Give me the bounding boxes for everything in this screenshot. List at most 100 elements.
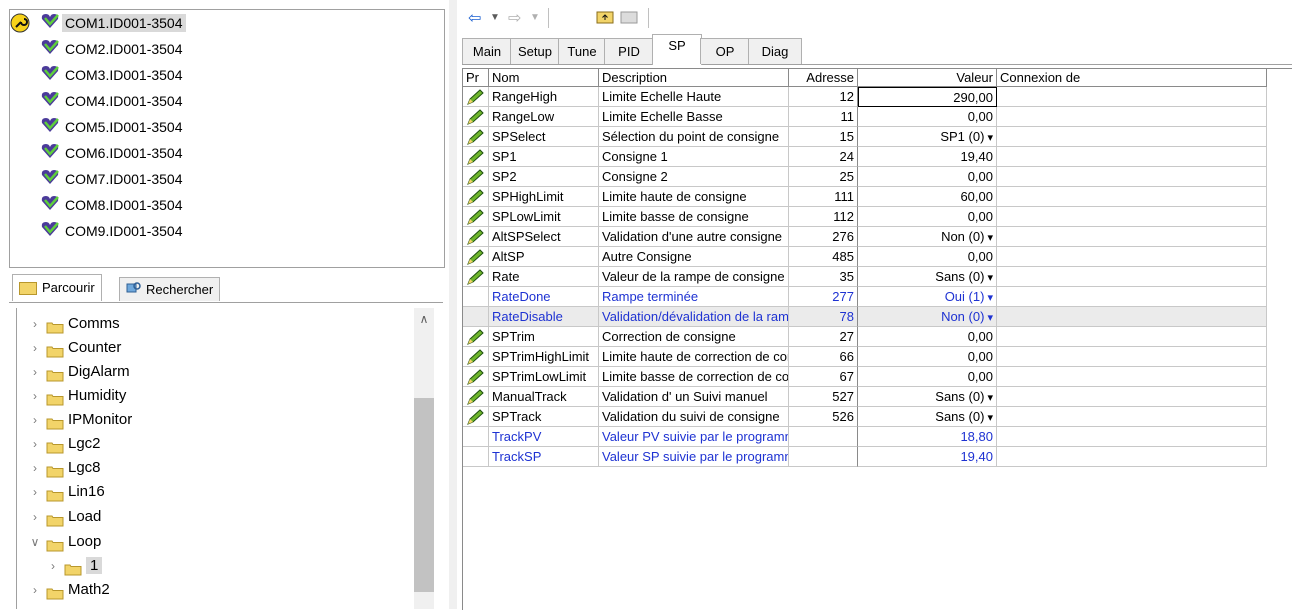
row-value[interactable]: 0,00 [858, 327, 997, 347]
row-value[interactable]: 19,40 [858, 147, 997, 167]
device-item[interactable]: COM3.ID001-3504 [40, 63, 186, 87]
tab-op[interactable]: OP [700, 38, 750, 64]
table-row[interactable]: ManualTrack Validation d' un Suivi manuel… [463, 387, 1267, 407]
table-row[interactable]: AltSP Autre Consigne 485 0,00 [463, 247, 1267, 267]
row-value[interactable]: Sans (0) ▾ [858, 407, 997, 427]
row-value[interactable]: SP1 (0) ▾ [858, 127, 997, 147]
row-value[interactable]: 290,00 [858, 87, 997, 107]
table-row[interactable]: RateDisable Validation/dévalidation de la… [463, 307, 1267, 327]
table-row[interactable]: Rate Valeur de la rampe de consigne 35 Sans… [463, 267, 1267, 287]
column-header-description[interactable]: Description [599, 69, 789, 87]
device-item[interactable]: COM4.ID001-3504 [40, 89, 186, 113]
chevron-right-icon[interactable]: › [26, 505, 44, 529]
chevron-right-icon[interactable]: › [26, 384, 44, 408]
tab-setup[interactable]: Setup [510, 38, 560, 64]
row-value[interactable]: 60,00 [858, 187, 997, 207]
table-row[interactable]: SP1 Consigne 1 24 19,40 [463, 147, 1267, 167]
row-value[interactable]: 18,80 [858, 427, 997, 447]
device-item[interactable]: COM2.ID001-3504 [40, 37, 186, 61]
tab-tune[interactable]: Tune [558, 38, 606, 64]
row-value[interactable]: 0,00 [858, 347, 997, 367]
row-value[interactable]: 0,00 [858, 367, 997, 387]
dropdown-arrow-icon[interactable]: ▾ [984, 132, 993, 144]
dropdown-arrow-icon[interactable]: ▾ [984, 312, 993, 324]
row-value[interactable]: Non (0) ▾ [858, 307, 997, 327]
dropdown-arrow-icon[interactable]: ▾ [984, 412, 993, 424]
dropdown-arrow-icon[interactable]: ▾ [984, 292, 993, 304]
chevron-right-icon[interactable]: › [44, 554, 62, 578]
row-value[interactable]: Sans (0) ▾ [858, 267, 997, 287]
tree-item[interactable]: ∨ Loop [26, 530, 101, 554]
table-row[interactable]: SPTrimHighLimit Limite haute de correctio… [463, 347, 1267, 367]
scrollbar-thumb[interactable] [414, 398, 434, 592]
row-value[interactable]: 0,00 [858, 107, 997, 127]
chevron-right-icon[interactable]: › [26, 578, 44, 602]
row-value[interactable]: Oui (1) ▾ [858, 287, 997, 307]
tree-item[interactable]: › Load [26, 505, 101, 529]
table-row[interactable]: SP2 Consigne 2 25 0,00 [463, 167, 1267, 187]
row-value[interactable]: 0,00 [858, 247, 997, 267]
dropdown-arrow-icon[interactable]: ▾ [984, 272, 993, 284]
tree-item[interactable]: › Lin16 [26, 480, 105, 504]
column-header-address[interactable]: Adresse [789, 69, 858, 87]
chevron-right-icon[interactable]: › [26, 408, 44, 432]
chevron-right-icon[interactable]: › [26, 360, 44, 384]
chevron-down-icon[interactable]: ∨ [26, 530, 44, 554]
row-value[interactable]: 0,00 [858, 167, 997, 187]
scroll-up-arrow-icon[interactable]: ∧ [414, 312, 434, 332]
tree-item[interactable]: › DigAlarm [26, 360, 130, 384]
back-dropdown-icon[interactable]: ▼ [490, 12, 500, 23]
row-value[interactable]: 19,40 [858, 447, 997, 467]
table-row[interactable]: SPTrimLowLimit Limite basse de correction… [463, 367, 1267, 387]
table-row[interactable]: SPHighLimit Limite haute de consigne 111 60… [463, 187, 1267, 207]
tree-item[interactable]: › Lgc8 [26, 456, 101, 480]
device-item[interactable]: COM7.ID001-3504 [40, 167, 186, 191]
table-row[interactable]: SPLowLimit Limite basse de consigne 112 0,0… [463, 207, 1267, 227]
dropdown-arrow-icon[interactable]: ▾ [984, 232, 993, 244]
column-header-connection[interactable]: Connexion de [997, 69, 1267, 87]
device-item[interactable]: COM8.ID001-3504 [40, 193, 186, 217]
tab-sp[interactable]: SP [652, 34, 702, 65]
forward-arrow-icon[interactable]: ⇨ [508, 8, 521, 28]
device-item[interactable]: COM1.ID001-3504 [40, 11, 186, 35]
pane-splitter[interactable] [449, 0, 457, 609]
device-item[interactable]: COM6.ID001-3504 [40, 141, 186, 165]
folder-up-icon[interactable] [596, 8, 614, 26]
tree-item[interactable]: › Math2 [26, 578, 110, 602]
table-row[interactable]: RangeHigh Limite Echelle Haute 12 290,00 [463, 87, 1267, 107]
tree-item[interactable]: › 1 [44, 554, 103, 578]
table-row[interactable]: RateDone Rampe terminée 277 Oui (1) ▾ [463, 287, 1267, 307]
device-item[interactable]: COM5.ID001-3504 [40, 115, 186, 139]
tree-item[interactable]: › Comms [26, 312, 120, 336]
tab-pid[interactable]: PID [604, 38, 654, 64]
column-header-value[interactable]: Valeur [858, 69, 997, 87]
dropdown-arrow-icon[interactable]: ▾ [984, 392, 993, 404]
table-row[interactable]: SPSelect Sélection du point de consigne 15… [463, 127, 1267, 147]
table-row[interactable]: TrackPV Valeur PV suivie par le programme… [463, 427, 1267, 447]
table-row[interactable]: TrackSP Valeur SP suivie par le programme… [463, 447, 1267, 467]
table-row[interactable]: AltSPSelect Validation d'une autre consig… [463, 227, 1267, 247]
forward-dropdown-icon[interactable]: ▼ [530, 12, 540, 23]
tree-item[interactable]: › Counter [26, 336, 121, 360]
tab-diag[interactable]: Diag [748, 38, 802, 64]
chevron-right-icon[interactable]: › [26, 456, 44, 480]
device-item[interactable]: COM9.ID001-3504 [40, 219, 186, 243]
chevron-right-icon[interactable]: › [26, 480, 44, 504]
tab-browse[interactable]: Parcourir [12, 274, 102, 301]
tab-main[interactable]: Main [462, 38, 512, 64]
row-value[interactable]: Sans (0) ▾ [858, 387, 997, 407]
row-value[interactable]: 0,00 [858, 207, 997, 227]
tree-item[interactable]: › Humidity [26, 384, 126, 408]
tab-search[interactable]: Rechercher [119, 277, 221, 301]
table-row[interactable]: SPTrack Validation du suivi de consigne 52… [463, 407, 1267, 427]
column-header-pr[interactable]: Pr [463, 69, 489, 87]
chevron-right-icon[interactable]: › [26, 312, 44, 336]
back-arrow-icon[interactable]: ⇦ [468, 8, 481, 28]
chevron-right-icon[interactable]: › [26, 336, 44, 360]
chevron-right-icon[interactable]: › [26, 432, 44, 456]
row-value[interactable]: Non (0) ▾ [858, 227, 997, 247]
tree-item[interactable]: › Lgc2 [26, 432, 101, 456]
tree-item[interactable]: › IPMonitor [26, 408, 132, 432]
column-header-name[interactable]: Nom [489, 69, 599, 87]
table-row[interactable]: SPTrim Correction de consigne 27 0,00 [463, 327, 1267, 347]
